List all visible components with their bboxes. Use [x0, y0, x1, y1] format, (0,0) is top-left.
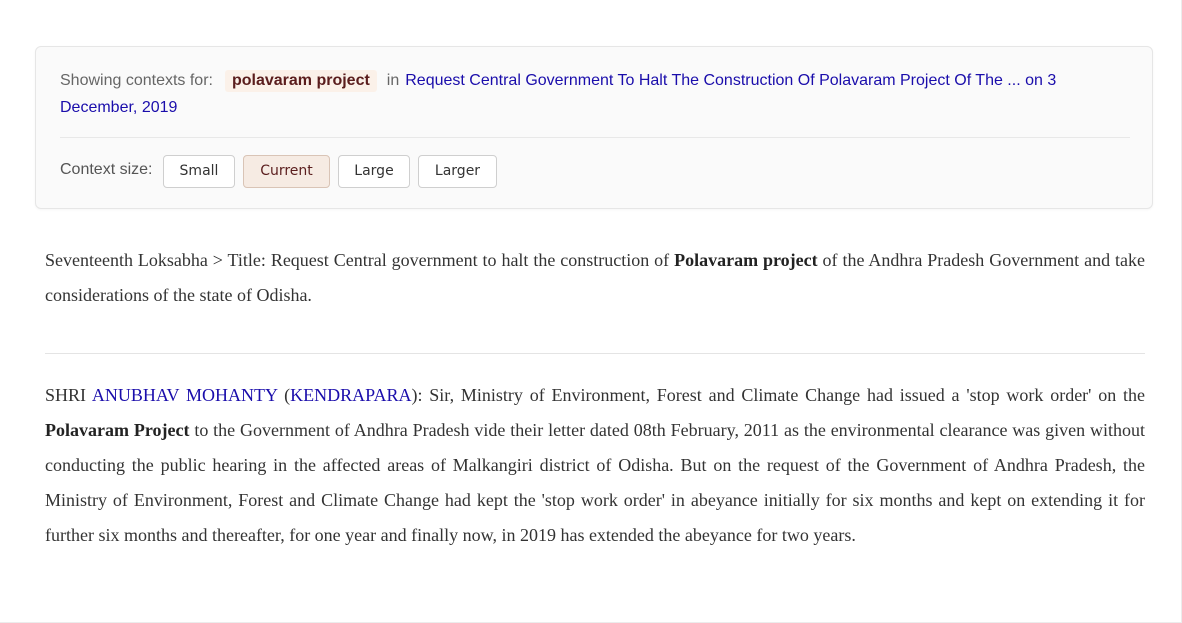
title-text-prefix: Seventeenth Loksabha > Title: Request Ce… [45, 250, 675, 270]
in-label: in [386, 72, 400, 89]
showing-contexts-label: Showing contexts for: [60, 72, 213, 89]
speaker-prefix: SHRI [45, 385, 92, 405]
constituency-link[interactable]: KENDRAPARA [290, 385, 411, 405]
context-size-larger-button[interactable]: Larger [418, 155, 497, 188]
query-term-badge: polavaram project [224, 70, 377, 92]
highlighted-term: Polavaram Project [45, 420, 190, 440]
context-size-large-button[interactable]: Large [338, 155, 410, 188]
title-paragraph: Seventeenth Loksabha > Title: Request Ce… [45, 243, 1145, 313]
panel-divider [60, 137, 1130, 138]
speech-text-part2: to the Government of Andhra Pradesh vide… [45, 420, 1146, 545]
speech-paragraph: SHRI ANUBHAV MOHANTY (KENDRAPARA): Sir, … [45, 378, 1145, 553]
highlighted-term: Polavaram project [674, 250, 818, 270]
context-size-label: Context size: [60, 161, 153, 178]
context-size-current-button[interactable]: Current [243, 155, 330, 188]
speech-text-part1: ): Sir, Ministry of Environment, Forest … [411, 385, 1146, 405]
context-panel: Showing contexts for: polavaram project in… [35, 46, 1153, 209]
context-header: Showing contexts for: polavaram project in… [60, 67, 1130, 121]
context-size-small-button[interactable]: Small [163, 155, 235, 188]
section-divider [45, 353, 1145, 354]
open-paren: ( [277, 385, 291, 405]
speaker-name-link[interactable]: ANUBHAV MOHANTY [92, 385, 278, 405]
